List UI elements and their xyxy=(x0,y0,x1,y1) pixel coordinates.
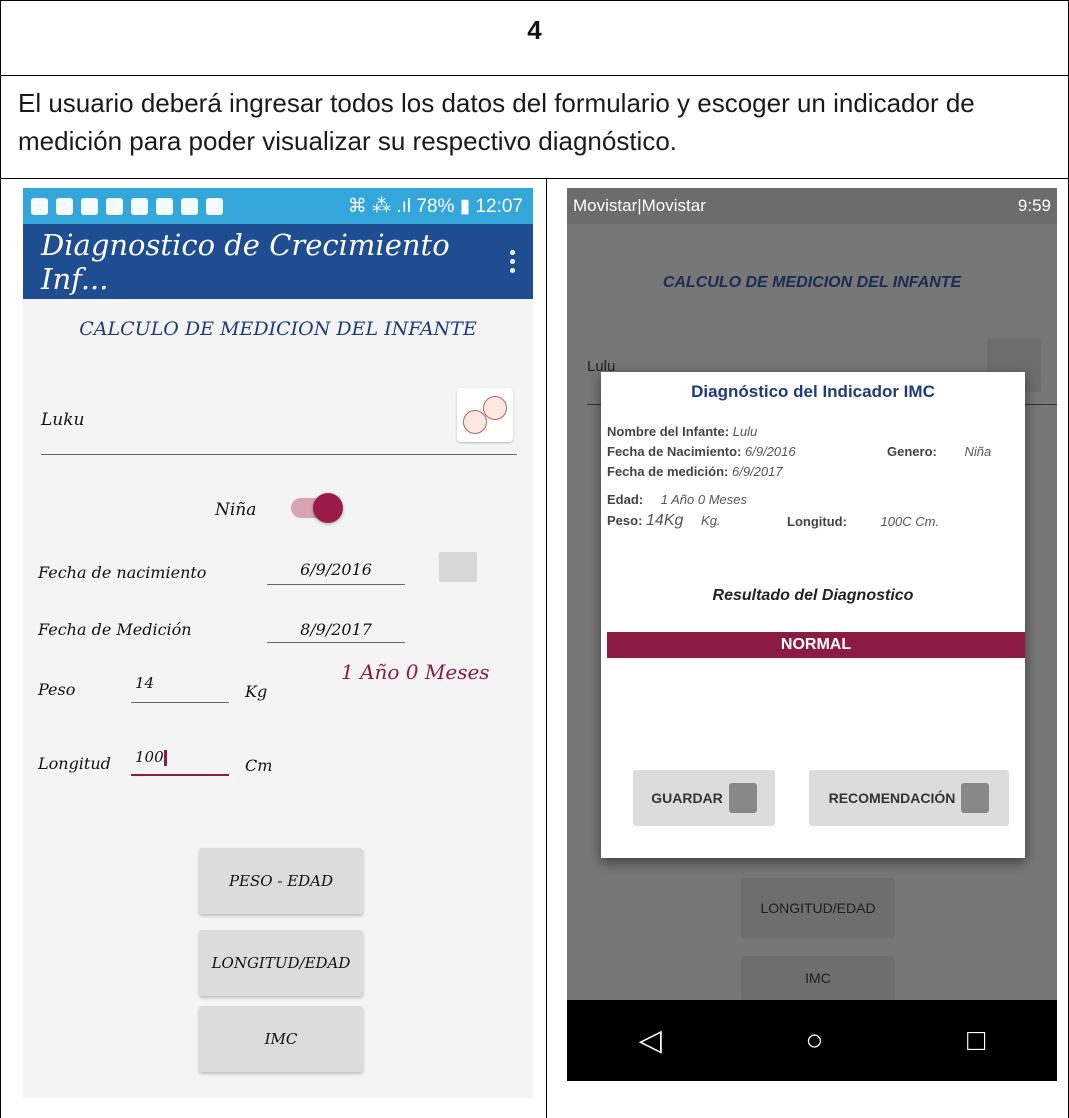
result-badge: NORMAL xyxy=(607,632,1025,658)
weight-row: Peso: 14Kg Kg. xyxy=(607,512,721,530)
age-row: Edad: 1 Año 0 Meses xyxy=(607,492,747,507)
document-table: 4 El usuario deberá ingresar todos los d… xyxy=(0,0,1069,1118)
app-title: Diagnostico de Crecimiento Inf... xyxy=(41,227,450,296)
notification-icons xyxy=(31,197,223,215)
bg-longitud-edad-button: LONGITUD/EDAD xyxy=(741,878,895,938)
floppy-disk-icon xyxy=(728,783,757,813)
measure-label: Fecha de medición: xyxy=(607,464,729,479)
result-title: Resultado del Diagnostico xyxy=(712,587,914,604)
length-underline xyxy=(131,774,229,776)
name-underline xyxy=(41,454,517,455)
birth-value: 6/9/2016 xyxy=(745,444,796,459)
home-icon[interactable]: ○ xyxy=(805,1024,823,1058)
infant-name-label: Nombre del Infante: xyxy=(607,424,730,439)
description-text: El usuario deberá ingresar todos los dat… xyxy=(18,88,975,156)
status-bar: Movistar|Movistar 9:59 xyxy=(567,188,1057,224)
clipboard-icon xyxy=(961,783,990,813)
weight-underline xyxy=(131,702,229,703)
right-phone-screenshot: Movistar|Movistar 9:59 CALCULO DE MEDICI… xyxy=(567,188,1057,1081)
birth-label: Fecha de Nacimiento: xyxy=(607,444,742,459)
gender-label: Genero: xyxy=(887,444,937,459)
bg-imc-button: IMC xyxy=(741,956,895,1000)
weight-value: 14Kg xyxy=(646,512,684,529)
calendar-button[interactable] xyxy=(439,552,477,582)
weight-label: Peso: xyxy=(607,513,643,528)
weight-label: Peso xyxy=(38,680,76,699)
birth-date-input[interactable]: 6/9/2016 xyxy=(267,560,405,579)
table-divider-1 xyxy=(0,75,1069,76)
android-nav-bar: ◁ ○ □ xyxy=(567,1000,1057,1081)
status-bar-right: ⌘ ⁂ .ıl 78% ▮ 12:07 xyxy=(347,195,523,217)
status-time: 9:59 xyxy=(1017,196,1051,215)
infant-name-value: Lulu xyxy=(732,424,758,439)
imc-button[interactable]: IMC xyxy=(199,1006,363,1072)
table-column-divider xyxy=(546,178,547,1118)
bg-section-title: CALCULO DE MEDICION DEL INFANTE xyxy=(662,274,962,291)
birth-row: Fecha de Nacimiento: 6/9/2016 xyxy=(607,444,796,459)
peso-edad-button[interactable]: PESO - EDAD xyxy=(199,848,363,914)
length-input[interactable]: 100 xyxy=(135,748,167,767)
birth-date-underline xyxy=(267,584,405,585)
birth-date-label: Fecha de nacimiento xyxy=(38,563,207,582)
app-bar: Diagnostico de Crecimiento Inf... xyxy=(23,224,533,299)
save-label: GUARDAR xyxy=(651,790,723,806)
section-title: CALCULO DE MEDICION DEL INFANTE xyxy=(79,318,477,340)
weight-unit: Kg. xyxy=(701,513,721,528)
measure-row: Fecha de medición: 6/9/2017 xyxy=(607,464,783,479)
table-border-left xyxy=(0,0,1,1118)
weight-input[interactable]: 14 xyxy=(135,674,154,692)
length-label: Longitud xyxy=(38,754,111,773)
left-phone-screenshot: ⌘ ⁂ .ıl 78% ▮ 12:07 Diagnostico de Creci… xyxy=(23,188,533,1098)
length-value: 100C Cm. xyxy=(880,514,940,529)
status-bar: ⌘ ⁂ .ıl 78% ▮ 12:07 xyxy=(23,188,533,224)
measure-value: 6/9/2017 xyxy=(732,464,783,479)
recents-icon[interactable]: □ xyxy=(967,1024,985,1058)
overflow-menu-icon[interactable] xyxy=(510,250,515,273)
measure-date-underline xyxy=(267,642,405,643)
length-label: Longitud: xyxy=(787,514,847,529)
dialog-title: Diagnóstico del Indicador IMC xyxy=(691,382,935,401)
longitud-edad-button[interactable]: LONGITUD/EDAD xyxy=(199,930,363,996)
age-value: 1 Año 0 Meses xyxy=(660,492,747,507)
back-icon[interactable]: ◁ xyxy=(639,1023,662,1058)
row-number: 4 xyxy=(527,15,542,45)
weight-unit: Kg xyxy=(245,682,268,701)
age-text: 1 Año 0 Meses xyxy=(341,660,490,684)
length-unit: Cm xyxy=(245,756,273,775)
diagnosis-dialog: Diagnóstico del Indicador IMC Nombre del… xyxy=(601,372,1025,858)
recommendation-label: RECOMENDACIÓN xyxy=(828,790,956,806)
age-label: Edad: xyxy=(607,492,644,507)
gender-row: Genero: Niña xyxy=(887,444,991,459)
recommendation-button[interactable]: RECOMENDACIÓN xyxy=(809,770,1009,826)
text-cursor xyxy=(163,750,167,767)
length-value: 100 xyxy=(135,748,164,766)
carrier-text: Movistar|Movistar xyxy=(573,196,706,215)
gender-value: Niña xyxy=(964,444,992,459)
measure-date-label: Fecha de Medición xyxy=(38,620,192,639)
save-button[interactable]: GUARDAR xyxy=(633,770,775,826)
gender-toggle[interactable] xyxy=(291,493,343,523)
length-row: Longitud: 100C Cm. xyxy=(787,514,939,529)
table-divider-2 xyxy=(0,178,1069,179)
infant-name-row: Nombre del Infante: Lulu xyxy=(607,424,757,439)
toggle-knob xyxy=(313,493,343,523)
gender-label: Niña xyxy=(215,500,257,520)
name-input[interactable]: Luku xyxy=(41,410,85,430)
measure-date-input[interactable]: 8/9/2017 xyxy=(267,620,405,639)
baby-avatar-icon[interactable] xyxy=(457,388,513,442)
